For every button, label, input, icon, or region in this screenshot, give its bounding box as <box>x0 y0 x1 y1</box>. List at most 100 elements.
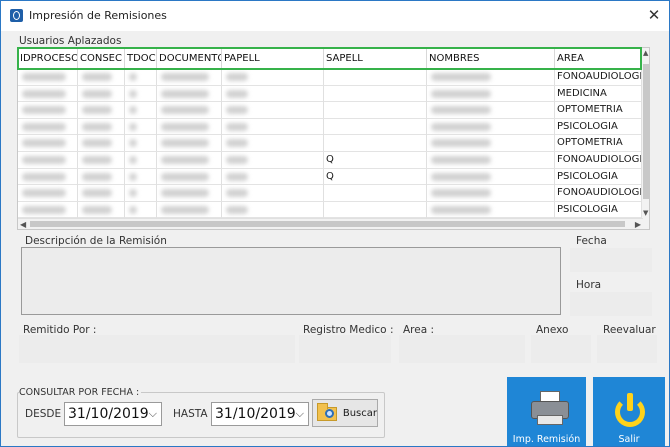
cell-redacted <box>427 185 555 202</box>
table-row[interactable]: Q PSICOLOGIA <box>18 168 643 186</box>
close-button[interactable]: ✕ <box>639 1 669 31</box>
column-header-tdoc[interactable]: TDOC <box>125 48 157 69</box>
cell-sapell: Q <box>324 151 427 168</box>
table-row[interactable]: Q FONOAUDIOLOGIA <box>18 151 643 169</box>
impresion-remisiones-window: Impresión de Remisiones ✕ Usuarios Aplaz… <box>0 0 670 447</box>
descripcion-textarea[interactable] <box>21 247 561 315</box>
reevaluar-value <box>597 335 657 363</box>
horizontal-scrollbar[interactable]: ◀ ▶ <box>18 218 643 229</box>
remitido-por-value <box>19 335 295 363</box>
folder-search-icon <box>316 402 337 424</box>
area-value <box>399 335 525 363</box>
column-header-papell[interactable]: PAPELL <box>222 48 324 69</box>
cell-redacted <box>78 185 125 202</box>
buscar-label: Buscar <box>342 407 377 419</box>
usuarios-grid[interactable]: IDPROCESO CONSEC TDOC DOCUMENTO PAPELL S… <box>17 47 650 230</box>
column-header-idproceso[interactable]: IDPROCESO <box>18 48 78 69</box>
cell-redacted <box>18 168 78 185</box>
cell-redacted <box>427 168 555 185</box>
column-header-consec[interactable]: CONSEC <box>78 48 125 69</box>
cell-area: PSICOLOGIA <box>557 203 618 215</box>
desde-date-picker[interactable]: 31/10/2019 ⌵ <box>64 402 162 426</box>
cell-area: FONOAUDIOLOGIA <box>557 187 643 199</box>
power-icon <box>611 391 651 431</box>
table-row[interactable]: OPTOMETRIA <box>18 135 643 152</box>
cell-redacted <box>157 201 222 218</box>
cell-redacted <box>18 185 78 202</box>
cell-redacted <box>125 185 157 202</box>
cell-redacted <box>78 85 125 102</box>
cell-area: FONOAUDIOLOGIA <box>557 71 643 82</box>
cell-redacted <box>125 69 157 85</box>
table-row[interactable]: PSICOLOGIA <box>18 201 643 219</box>
vertical-scroll-thumb[interactable] <box>643 64 649 199</box>
table-row[interactable]: FONOAUDIOLOGIA <box>18 69 643 86</box>
cell-redacted <box>427 201 555 218</box>
column-header-nombres[interactable]: NOMBRES <box>427 48 555 69</box>
salir-label: Salir <box>618 434 640 445</box>
table-row[interactable]: MEDICINA <box>18 85 643 103</box>
hora-value <box>570 292 652 316</box>
cell-redacted <box>222 135 324 152</box>
cell-redacted <box>427 69 555 85</box>
cell-redacted <box>222 118 324 135</box>
cell-redacted <box>427 85 555 102</box>
hasta-date-picker[interactable]: 31/10/2019 ⌵ <box>211 402 309 426</box>
cell-redacted <box>78 102 125 119</box>
imprimir-remision-button[interactable]: Imp. Remisión <box>507 377 586 446</box>
cell-redacted <box>427 135 555 152</box>
title-bar: Impresión de Remisiones ✕ <box>1 1 669 31</box>
app-icon <box>10 9 23 22</box>
horizontal-scroll-thumb[interactable] <box>30 221 625 227</box>
column-header-area[interactable]: AREA <box>555 48 643 69</box>
hasta-label: HASTA : <box>173 408 215 420</box>
scroll-down-icon[interactable]: ▼ <box>643 209 648 217</box>
anexo-value <box>531 335 591 363</box>
cell-redacted <box>222 102 324 119</box>
cell-redacted <box>18 151 78 168</box>
table-row[interactable]: OPTOMETRIA <box>18 102 643 119</box>
scroll-right-icon[interactable]: ▶ <box>635 220 641 229</box>
cell-redacted <box>78 168 125 185</box>
cell-redacted <box>157 102 222 119</box>
cell-area: OPTOMETRIA <box>557 137 623 149</box>
scroll-left-icon[interactable]: ◀ <box>20 220 26 229</box>
cell-sapell <box>324 102 427 119</box>
scroll-up-icon[interactable]: ▲ <box>643 49 648 57</box>
fecha-value <box>570 248 652 272</box>
cell-sapell <box>324 69 427 85</box>
cell-redacted <box>18 102 78 119</box>
cell-redacted <box>78 201 125 218</box>
salir-button[interactable]: Salir <box>593 377 665 446</box>
cell-redacted <box>18 135 78 152</box>
hasta-value: 31/10/2019 <box>215 406 296 422</box>
column-header-sapell[interactable]: SAPELL <box>324 48 427 69</box>
cell-redacted <box>78 118 125 135</box>
imprimir-remision-label: Imp. Remisión <box>512 434 581 445</box>
cell-redacted <box>427 102 555 119</box>
cell-sapell <box>324 201 427 218</box>
cell-redacted <box>427 118 555 135</box>
cell-redacted <box>222 201 324 218</box>
cell-area: OPTOMETRIA <box>557 104 623 116</box>
cell-redacted <box>222 85 324 102</box>
table-row[interactable]: PSICOLOGIA <box>18 118 643 136</box>
chevron-down-icon[interactable]: ⌵ <box>149 403 157 425</box>
chevron-down-icon[interactable]: ⌵ <box>296 403 304 425</box>
cell-redacted <box>427 151 555 168</box>
usuarios-aplazados-label: Usuarios Aplazados <box>19 35 122 47</box>
cell-redacted <box>78 151 125 168</box>
table-row[interactable]: FONOAUDIOLOGIA <box>18 185 643 202</box>
cell-redacted <box>125 85 157 102</box>
cell-redacted <box>125 168 157 185</box>
vertical-scrollbar[interactable]: ▲ ▼ <box>641 48 649 229</box>
cell-area: PSICOLOGIA <box>557 120 618 132</box>
cell-sapell: Q <box>324 168 427 185</box>
buscar-button[interactable]: Buscar <box>312 399 378 427</box>
column-header-documento[interactable]: DOCUMENTO <box>157 48 222 69</box>
cell-sapell <box>324 118 427 135</box>
cell-redacted <box>157 185 222 202</box>
descripcion-label: Descripción de la Remisión <box>25 235 167 247</box>
desde-value: 31/10/2019 <box>68 406 149 422</box>
fecha-label: Fecha <box>576 235 607 247</box>
